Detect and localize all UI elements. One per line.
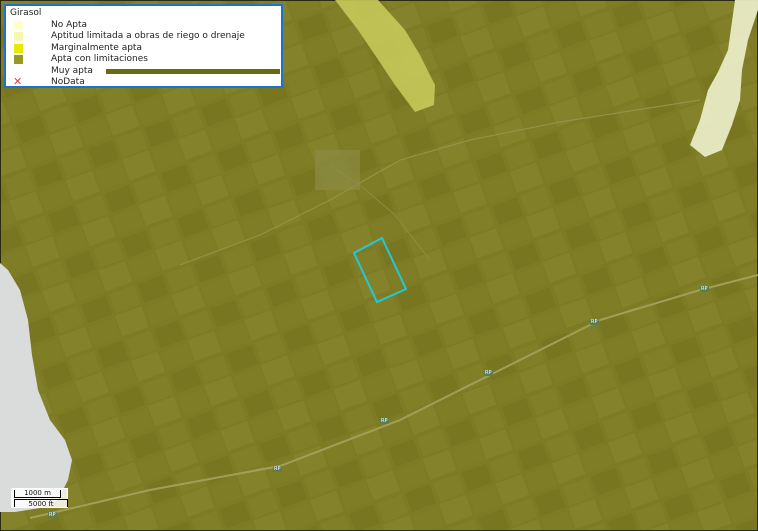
road-label: RP — [700, 286, 709, 292]
legend-item: Muy apta — [6, 66, 281, 77]
legend-label: Muy apta — [51, 66, 93, 76]
scale-imperial: 5000 ft — [14, 499, 68, 508]
legend-panel: Girasol No Apta Aptitud limitada a obras… — [4, 4, 283, 88]
legend-title: Girasol — [10, 8, 42, 18]
x-mark-icon: ✕ — [13, 75, 23, 88]
legend-item: Apta con limitaciones — [6, 54, 281, 65]
legend-swatch — [14, 32, 23, 41]
legend-item: Aptitud limitada a obras de riego o dren… — [6, 31, 281, 42]
legend-label: Marginalmente apta — [51, 43, 142, 53]
road-label: RP — [484, 370, 493, 376]
legend-label: Apta con limitaciones — [51, 54, 148, 64]
road-label: RP — [273, 466, 282, 472]
road-label: RP — [590, 319, 599, 325]
road-label: RP — [48, 512, 57, 518]
legend-swatch — [14, 44, 23, 53]
legend-item: Marginalmente apta — [6, 43, 281, 54]
legend-label: NoData — [51, 77, 85, 87]
scale-bar: 1000 m 5000 ft — [11, 488, 68, 508]
legend-swatch — [14, 21, 23, 30]
map-canvas[interactable]: RP RP RP RP RP RP Girasol No Apta Aptitu… — [0, 0, 758, 531]
legend-label: Aptitud limitada a obras de riego o dren… — [51, 31, 245, 41]
legend-label: No Apta — [51, 20, 88, 30]
legend-bar — [106, 69, 280, 74]
road-label: RP — [380, 418, 389, 424]
legend-item: No Apta — [6, 20, 281, 31]
legend-swatch — [14, 55, 23, 64]
scale-metric: 1000 m — [14, 490, 61, 498]
legend-item: ✕ NoData — [6, 75, 281, 88]
